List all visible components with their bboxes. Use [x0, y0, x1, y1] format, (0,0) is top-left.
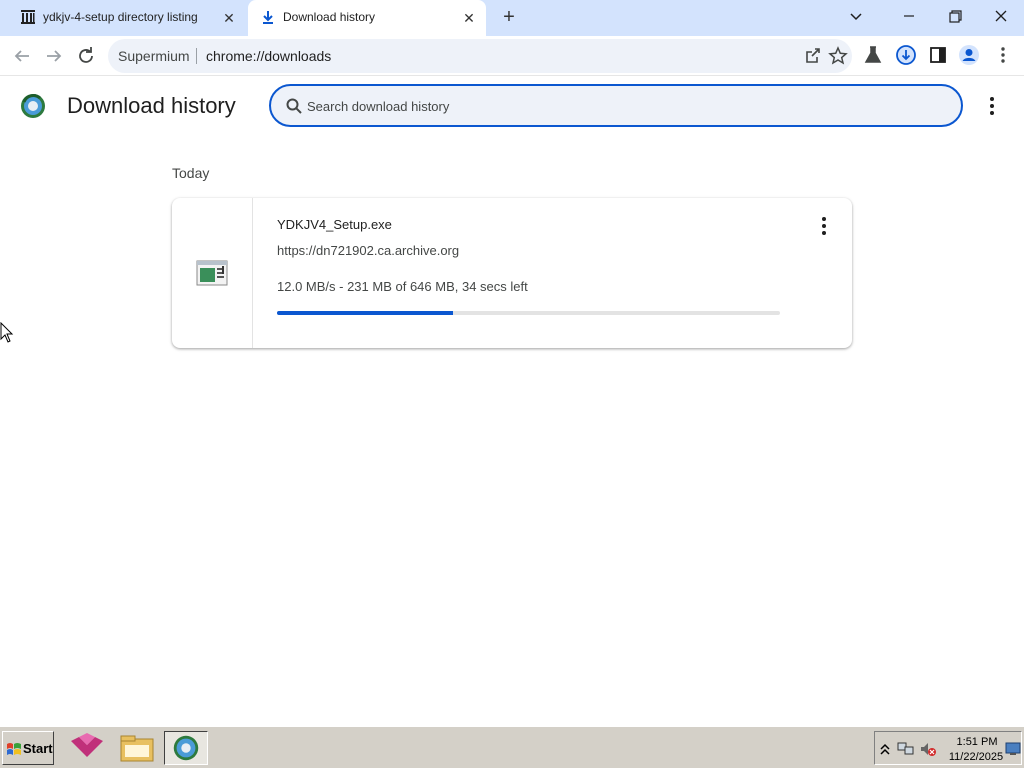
volume-muted-icon[interactable] — [919, 741, 937, 757]
side-panel-icon[interactable] — [927, 44, 949, 66]
executable-file-icon[interactable] — [196, 260, 228, 286]
download-more-icon[interactable] — [814, 215, 834, 237]
search-icon — [286, 98, 302, 114]
tab-directory-listing[interactable]: ydkjv-4-setup directory listing ✕ — [8, 0, 246, 36]
restore-icon[interactable] — [941, 4, 969, 28]
page-title: Download history — [67, 93, 236, 118]
downloads-toolbar-icon[interactable] — [895, 44, 917, 66]
new-tab-button[interactable]: + — [498, 6, 520, 28]
tab-search-chevron-icon[interactable] — [842, 4, 870, 28]
download-source-url[interactable]: https://dn721902.ca.archive.org — [277, 243, 459, 258]
close-tab-icon[interactable]: ✕ — [220, 9, 238, 27]
profile-avatar-icon[interactable] — [958, 44, 980, 66]
tab-download-history[interactable]: Download history ✕ — [248, 0, 486, 36]
tab-title: ydkjv-4-setup directory listing — [43, 10, 198, 24]
omnibox-divider — [196, 48, 197, 64]
system-tray: 1:51 PM 11/22/2025 — [874, 731, 1022, 765]
mouse-pointer-icon — [0, 322, 14, 343]
media-app-taskbar-icon[interactable] — [65, 731, 109, 765]
back-arrow-icon[interactable] — [10, 44, 34, 68]
start-label: Start — [23, 741, 53, 756]
supermium-taskbar-icon — [173, 735, 199, 761]
file-icon-column — [172, 198, 253, 348]
tab-title: Download history — [283, 10, 376, 24]
browser-toolbar: Supermium chrome://downloads — [0, 36, 1024, 76]
download-file-name[interactable]: YDKJV4_Setup.exe — [277, 217, 392, 232]
reload-icon[interactable] — [74, 44, 98, 68]
supermium-taskbar-button[interactable] — [164, 731, 208, 765]
download-arrow-icon — [263, 11, 273, 24]
share-icon[interactable] — [802, 45, 824, 67]
search-input[interactable] — [307, 95, 907, 117]
minimize-icon[interactable] — [895, 4, 923, 28]
bookmark-star-icon[interactable] — [827, 45, 849, 67]
download-item-card: YDKJV4_Setup.exe https://dn721902.ca.arc… — [172, 198, 852, 348]
address-bar[interactable]: Supermium chrome://downloads — [108, 39, 852, 73]
show-desktop-icon[interactable] — [1005, 742, 1021, 756]
start-button[interactable]: Start — [2, 731, 54, 765]
forward-arrow-icon[interactable] — [42, 44, 66, 68]
browser-menu-icon[interactable] — [992, 44, 1014, 66]
show-hidden-icons-chevron-icon[interactable] — [879, 742, 891, 756]
windows-flag-icon — [7, 743, 21, 755]
tab-strip: ydkjv-4-setup directory listing ✕ Downlo… — [0, 0, 1024, 36]
supermium-logo-icon — [21, 93, 45, 118]
network-icon[interactable] — [897, 741, 915, 757]
archive-library-icon — [21, 10, 35, 24]
close-window-icon[interactable] — [987, 4, 1015, 28]
close-tab-icon[interactable]: ✕ — [460, 9, 478, 27]
download-status: 12.0 MB/s - 231 MB of 646 MB, 34 secs le… — [277, 279, 528, 294]
download-progress-bar — [277, 311, 780, 315]
file-explorer-taskbar-icon[interactable] — [115, 731, 159, 765]
windows-taskbar: Start 1:51 PM 11/22/2025 — [0, 726, 1024, 768]
search-field[interactable] — [269, 84, 963, 127]
labs-flask-icon[interactable] — [862, 44, 884, 66]
omnibox-brand-label: Supermium — [118, 48, 190, 64]
date-section-heading: Today — [172, 165, 210, 181]
clock-date[interactable]: 11/22/2025 — [945, 751, 1007, 763]
omnibox-url[interactable]: chrome://downloads — [206, 48, 331, 64]
download-progress-fill — [277, 311, 454, 315]
more-actions-icon[interactable] — [982, 94, 1002, 118]
clock-time[interactable]: 1:51 PM — [949, 736, 1005, 748]
